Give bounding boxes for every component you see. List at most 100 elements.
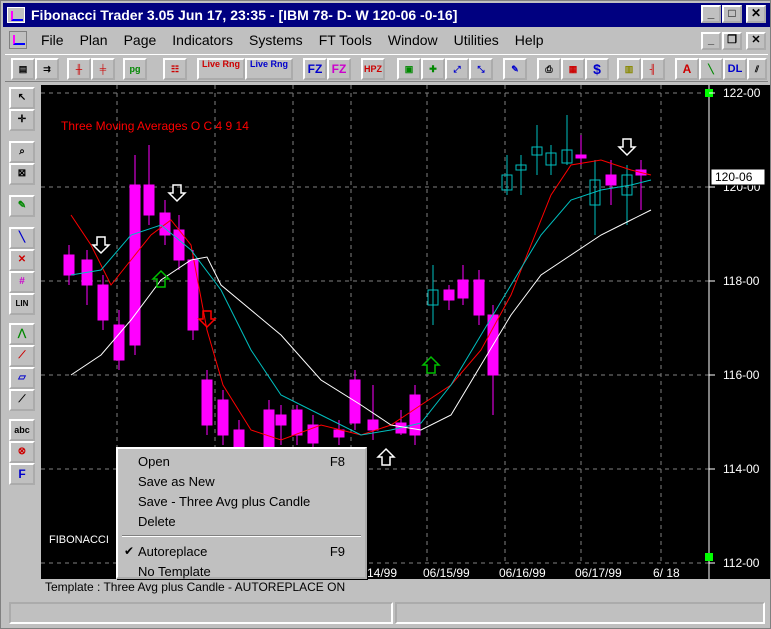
menu-systems[interactable]: Systems	[241, 32, 311, 48]
price-tick-label: 122-00	[723, 86, 761, 100]
doc-minimize-button[interactable]: _	[701, 32, 721, 50]
candle-body	[275, 414, 287, 426]
menu-indicators[interactable]: Indicators	[164, 32, 241, 48]
price-tick-label: 116-00	[723, 368, 760, 382]
retracement-icon[interactable]: ⟋	[9, 345, 35, 367]
window-title: Fibonacci Trader 3.05 Jun 17, 23:35 - [I…	[31, 7, 458, 23]
text-label-button[interactable]: abc	[9, 419, 35, 441]
menu-utilities[interactable]: Utilities	[446, 32, 507, 48]
close-button[interactable]: ✕	[746, 5, 766, 23]
menu-open[interactable]: Open F8	[118, 451, 365, 471]
price-tick-label: 114-00	[723, 462, 760, 476]
menu-help[interactable]: Help	[507, 32, 552, 48]
pointer-icon[interactable]: ↖	[9, 87, 35, 109]
candle-body	[457, 279, 469, 299]
candle-body	[605, 174, 617, 186]
candle-body	[187, 259, 199, 331]
channel-icon[interactable]: ▱	[9, 367, 35, 389]
buy-signal-arrow	[376, 447, 396, 466]
live-range-button[interactable]: Live Rng	[197, 58, 245, 80]
study-label: Three Moving Averages O C 4 9 14	[61, 119, 249, 133]
menu-file[interactable]: File	[33, 32, 72, 48]
delete-drawing-icon[interactable]: ⊗	[9, 441, 35, 463]
menu-delete[interactable]: Delete	[118, 511, 365, 531]
candle-body	[575, 154, 587, 159]
line-icon[interactable]: ╲	[699, 58, 723, 80]
trendline-icon[interactable]: ╲	[9, 227, 35, 249]
save-icon[interactable]: ▦	[561, 58, 585, 80]
last-price-label: 120-06	[715, 170, 753, 184]
doc-close-button[interactable]: ✕	[746, 32, 766, 50]
candle-body	[367, 419, 379, 431]
zoom-in-icon[interactable]: ⤢	[445, 58, 469, 80]
a-button[interactable]: A	[675, 58, 699, 80]
live-range-button-2[interactable]: Live Rng	[245, 58, 293, 80]
dollar-button[interactable]: $	[585, 58, 609, 80]
sell-signal-arrow	[91, 236, 111, 255]
candle-body	[97, 284, 109, 321]
menu-page[interactable]: Page	[116, 32, 165, 48]
moving-average-mid	[70, 179, 652, 436]
dl-button[interactable]: DL	[723, 58, 747, 80]
candle-body	[291, 409, 303, 436]
zoom-out-icon[interactable]: ⤡	[469, 58, 493, 80]
candle-body	[63, 254, 75, 276]
date-tick-label: 6/ 18	[653, 566, 680, 579]
menu-separator	[122, 535, 361, 537]
moving-average-fast	[70, 159, 652, 441]
moving-average-slow	[70, 209, 652, 431]
menu-plan[interactable]: Plan	[72, 32, 116, 48]
bar-chart-icon[interactable]: ╫	[67, 58, 91, 80]
parallel-lines-icon[interactable]: ⫽	[747, 58, 767, 80]
hpz-button[interactable]: HPZ	[361, 58, 385, 80]
fz-button[interactable]: FZ	[303, 58, 327, 80]
menu-save-as-new[interactable]: Save as New	[118, 471, 365, 491]
bottom-scale-handle[interactable]	[705, 553, 713, 561]
menu-autoreplace[interactable]: ✔ Autoreplace F9	[118, 541, 365, 561]
f-button[interactable]: F	[9, 463, 35, 485]
tick-icon[interactable]: ╢	[641, 58, 665, 80]
crosshair-icon[interactable]: ✛	[9, 109, 35, 131]
pencil-icon[interactable]: ✎	[9, 195, 35, 217]
fan-icon[interactable]: ✕	[9, 249, 35, 271]
layers-icon[interactable]: ▣	[397, 58, 421, 80]
menu-save-template[interactable]: Save - Three Avg plus Candle	[118, 491, 365, 511]
magnifier-icon[interactable]: ⌕	[9, 141, 35, 163]
chart-watermark: FIBONACCI	[49, 534, 109, 546]
buy-signal-arrow	[151, 269, 171, 288]
document-icon[interactable]	[9, 31, 27, 49]
template-context-menu: Open F8 Save as New Save - Three Avg plu…	[116, 447, 367, 579]
add-layer-icon[interactable]: ✚	[421, 58, 445, 80]
print-preview-icon[interactable]: ▤	[11, 58, 35, 80]
pan-icon[interactable]: ⊠	[9, 163, 35, 185]
date-tick-label: 06/17/99	[575, 566, 622, 579]
menu-no-template[interactable]: No Template	[118, 561, 365, 581]
maximize-button[interactable]: □	[722, 5, 742, 23]
alarm-icon[interactable]: ▥	[617, 58, 641, 80]
sell-signal-arrow	[617, 138, 637, 157]
toolbar: ▤ ⇉ ╫ ╪ pg ☷ Live Rng Live Rng FZ FZ HPZ…	[5, 54, 768, 82]
checkmark-icon: ✔	[124, 544, 135, 558]
segment-icon[interactable]: ⟋	[9, 389, 35, 411]
gann-grid-icon[interactable]: #	[9, 271, 35, 293]
printer-icon[interactable]: ⎙	[537, 58, 561, 80]
export-icon[interactable]: ⇉	[35, 58, 59, 80]
menu-ft-tools[interactable]: FT Tools	[311, 32, 380, 48]
candle-body	[129, 184, 141, 346]
app-icon[interactable]	[7, 7, 25, 23]
menu-window[interactable]: Window	[380, 32, 446, 48]
minimize-button[interactable]: _	[701, 5, 721, 23]
doc-restore-button[interactable]: ❐	[722, 32, 742, 50]
candle-body	[201, 379, 213, 426]
menu-bar: File Plan Page Indicators Systems FT Too…	[3, 28, 770, 52]
page-button[interactable]: pg	[123, 58, 147, 80]
date-tick-label: 06/15/99	[423, 566, 470, 579]
pitchfork-icon[interactable]: ⋀	[9, 323, 35, 345]
status-bar	[5, 598, 768, 626]
volume-icon[interactable]: ╪	[91, 58, 115, 80]
candle-body	[333, 429, 345, 438]
linear-regression-button[interactable]: LIN	[9, 293, 35, 315]
pen-icon[interactable]: ✎	[503, 58, 527, 80]
fz2-button[interactable]: FZ	[327, 58, 351, 80]
grid-icon[interactable]: ☷	[163, 58, 187, 80]
